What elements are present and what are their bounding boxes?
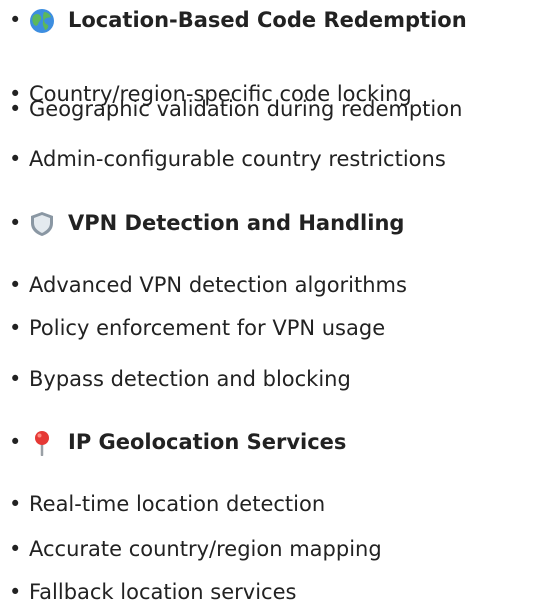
list-item: • Real-time location detection	[9, 491, 325, 517]
list-item: • Geographic validation during redemptio…	[9, 96, 462, 122]
globe-icon	[29, 7, 59, 33]
list-item-text: Real-time location detection	[29, 492, 326, 516]
section-heading-text: IP Geolocation Services	[68, 430, 347, 454]
section-heading-text: VPN Detection and Handling	[68, 211, 405, 235]
bullet: •	[9, 492, 22, 516]
bullet: •	[9, 367, 22, 391]
list-item: • Accurate country/region mapping	[9, 536, 382, 562]
bullet: •	[9, 8, 22, 32]
section-heading-text: Location-Based Code Redemption	[68, 8, 467, 32]
section-heading-ip-geolocation: • IP Geolocation Services	[9, 429, 347, 456]
bullet: •	[9, 97, 22, 121]
bullet: •	[9, 147, 22, 171]
bullet: •	[9, 430, 22, 454]
bullet: •	[9, 211, 22, 235]
section-heading-location-redemption: • Location-Based Code Redemption	[9, 7, 467, 33]
list-item: • Advanced VPN detection algorithms	[9, 272, 407, 298]
bullet: •	[9, 316, 22, 340]
section-heading-vpn-detection: • VPN Detection and Handling	[9, 210, 404, 236]
list-item: • Admin-configurable country restriction…	[9, 146, 446, 172]
list-item: • Fallback location services	[9, 579, 296, 605]
list-item-text: Fallback location services	[29, 580, 297, 604]
list-item: • Policy enforcement for VPN usage	[9, 315, 385, 341]
bullet: •	[9, 580, 22, 604]
bullet: •	[9, 273, 22, 297]
list-item-text: Policy enforcement for VPN usage	[29, 316, 386, 340]
list-item-text: Admin-configurable country restrictions	[29, 147, 446, 171]
list-item-text: Bypass detection and blocking	[29, 367, 351, 391]
bullet: •	[9, 537, 22, 561]
list-item-text: Advanced VPN detection algorithms	[29, 273, 407, 297]
list-item-text: Accurate country/region mapping	[29, 537, 382, 561]
shield-icon	[29, 210, 59, 236]
list-item: • Bypass detection and blocking	[9, 366, 351, 392]
list-item-text: Geographic validation during redemption	[29, 97, 463, 121]
pin-icon	[29, 429, 59, 456]
